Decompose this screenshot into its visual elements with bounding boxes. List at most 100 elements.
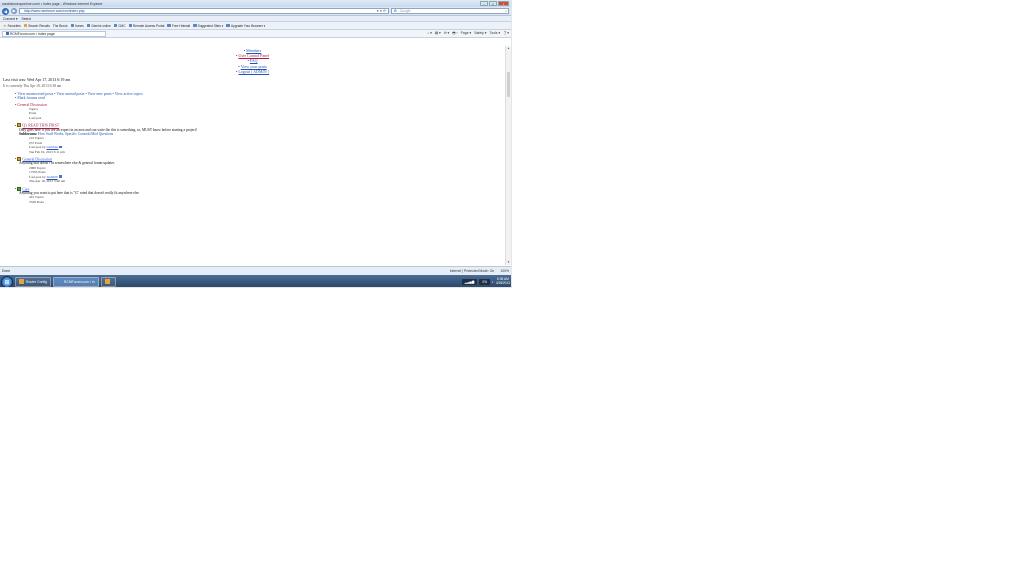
subforum-links[interactable]: How Stuff Works, Specific Controls/Mod Q… [38,132,113,136]
page-icon [113,23,118,28]
safety-menu[interactable]: Safety ▾ [474,31,486,37]
last-post-label: Last post by [29,145,46,150]
forum-folder-icon [17,186,22,191]
tools-menu[interactable]: Tools ▾ [490,31,501,37]
search-box[interactable]: G Google ⌕ [391,8,509,14]
fav-label: Remote Access Portal [133,23,165,28]
view-latest-post-icon[interactable] [58,175,62,178]
page-icon [167,23,171,28]
network-icon[interactable]: ▂▃▅▇ [461,278,478,285]
fav-label: The Brook [52,23,68,28]
home-button[interactable]: ⌂ ▾ [427,31,432,37]
window-controls: – □ × [480,1,509,6]
language-indicator[interactable]: EN [479,278,490,285]
minimize-button[interactable]: – [480,1,488,6]
zoom-level[interactable]: 100% [500,269,509,273]
command-bar: ⌂ ▾ ▤ ▾ ✉ ▾ 🖶 ▾ Page ▾ Safety ▾ Tools ▾ … [427,31,509,37]
fav-label: Free Hotmail [171,23,191,28]
scroll-down-icon[interactable]: ▼ [506,260,511,265]
last-post-author[interactable]: Ian4000 [46,175,57,179]
desktop-screenshot: sarahstoneuponline.com/ • Index page - W… [0,0,512,288]
fav-cmc[interactable]: CMC [113,23,126,28]
fav-gemini[interactable]: Gemini online [86,24,111,28]
forward-button[interactable]: ▶ [11,8,17,14]
tab-rcmforum[interactable]: RCMForum.com • Index page [2,30,106,37]
star-icon: ★ [3,23,7,28]
app-icon [104,279,110,284]
fav-label: CMC [118,23,126,28]
current-time-text: It is currently Thu Apr 18, 2013 6:38 am [3,84,62,89]
logout-link[interactable]: Logout [ ADMIN ] [238,69,269,74]
feeds-button[interactable]: ▤ ▾ [435,31,441,37]
fav-label: Itunes [75,23,84,28]
fav-hotmail[interactable]: Free Hotmail [167,24,190,28]
status-text: Done [2,269,11,273]
search-placeholder: Google [399,9,411,14]
taskbar-item-router[interactable]: Router Config [15,276,51,287]
start-button[interactable]: ⊞ [1,275,13,287]
last-visit-text: Last visit was: Wed Apr 17, 2013 6:19 am [3,77,71,83]
fav-label: Suggested Sites ▾ [197,23,224,28]
taskbar: ⊞ Router Config RCMForum.com • In ▂▃▅▇ E… [0,275,511,287]
vertical-scrollbar[interactable]: ▲ ▼ [505,46,511,265]
tab-label: RCMForum.com • Index page [10,31,55,36]
folder-icon [23,23,28,28]
address-bar-row: ◀ ▶ http://www.rcmforum.com/rcm/index.ph… [0,7,511,16]
back-button[interactable]: ◀ [2,7,9,15]
refresh-stop-icons[interactable]: ▾ ✕ ⟳ [377,9,386,14]
forum-row: • Cars Anything you want to put here that… [15,186,502,205]
subforums-label: Subforums: [19,132,38,137]
system-tray: ▂▃▅▇ EN ◐ 6:38 AM 4/18/2013 [461,277,510,285]
scroll-thumb[interactable] [507,72,510,97]
help-menu[interactable]: ❓▾ [503,31,509,37]
fav-label: Upgrade Your Browser ▾ [230,23,266,28]
taskbar-item-app[interactable] [100,276,116,287]
site-favicon-icon [6,32,9,35]
fav-remote-access[interactable]: Remote Access Portal [128,23,165,28]
fav-upgrade-browser[interactable]: Upgrade Your Browser ▾ [226,24,265,28]
security-zone[interactable]: Internet | Protected Mode: On [450,269,495,273]
status-zone: Internet | Protected Mode: On 100% [450,269,509,273]
scroll-up-icon[interactable]: ▲ [506,46,511,51]
google-icon: G [394,9,397,14]
fav-search-results[interactable]: Search Results [23,23,50,28]
status-bar: Done Internet | Protected Mode: On 100% [0,266,511,275]
taskbar-item-ie[interactable]: RCMForum.com • In [52,276,99,287]
user-nav-links: •Members •User Control Panel •FAQ •View … [235,48,270,74]
url-text: http://www.rcmforum.com/rcm/index.php [24,9,85,14]
fav-suggested-sites[interactable]: Suggested Sites ▾ [193,24,223,28]
search-icon[interactable]: ⌕ [505,9,507,14]
ie-icon [56,279,62,284]
maximize-button[interactable]: □ [489,1,497,6]
mark-forums-read-link[interactable]: Mark forums read [17,96,44,100]
url-field[interactable]: http://www.rcmforum.com/rcm/index.php ▾ … [19,8,389,14]
window-titlebar: sarahstoneuponline.com/ • Index page - W… [0,0,511,7]
favorites-label: Favorites [7,23,21,28]
page-menu[interactable]: Page ▾ [461,31,472,37]
print-button[interactable]: 🖶 ▾ [452,31,457,37]
clock-date: 4/18/2013 [495,280,510,285]
fav-itunes[interactable]: Itunes [70,23,84,28]
volume-icon[interactable]: ◐ [492,280,494,284]
page-content: •Members •User Control Panel •FAQ •View … [0,46,505,265]
fav-label: Search Results [28,23,50,28]
convert-menu[interactable]: Convert ▾ [3,17,18,21]
mail-button[interactable]: ✉ ▾ [444,31,450,37]
forum-row: • General Discussion Anything that doesn'… [15,157,502,183]
forum-folder-icon [17,123,22,128]
category-general: •General Discussion Topics Posts Last po… [15,103,502,120]
close-button[interactable]: × [498,1,509,6]
tab-bar: RCMForum.com • Index page ⌂ ▾ ▤ ▾ ✉ ▾ 🖶 … [0,30,511,38]
page-icon [193,23,197,28]
forum-last-post-date: Thu Apr 18, 2013 5:26 am [29,179,65,184]
page-icon [226,23,230,28]
last-post-author[interactable]: LinkStar [46,145,58,149]
clock[interactable]: 6:38 AM 4/18/2013 [495,277,510,285]
forum-posts: 5528 Posts [29,199,44,204]
favorites-bar: ★ Favorites Search Results The Brook Itun… [0,22,511,30]
select-menu[interactable]: Select [22,17,31,21]
page-icon [70,23,75,28]
view-latest-post-icon[interactable] [59,145,63,149]
fav-the-brook[interactable]: The Brook [53,24,68,28]
favorites-button[interactable]: ★ Favorites [3,23,21,28]
